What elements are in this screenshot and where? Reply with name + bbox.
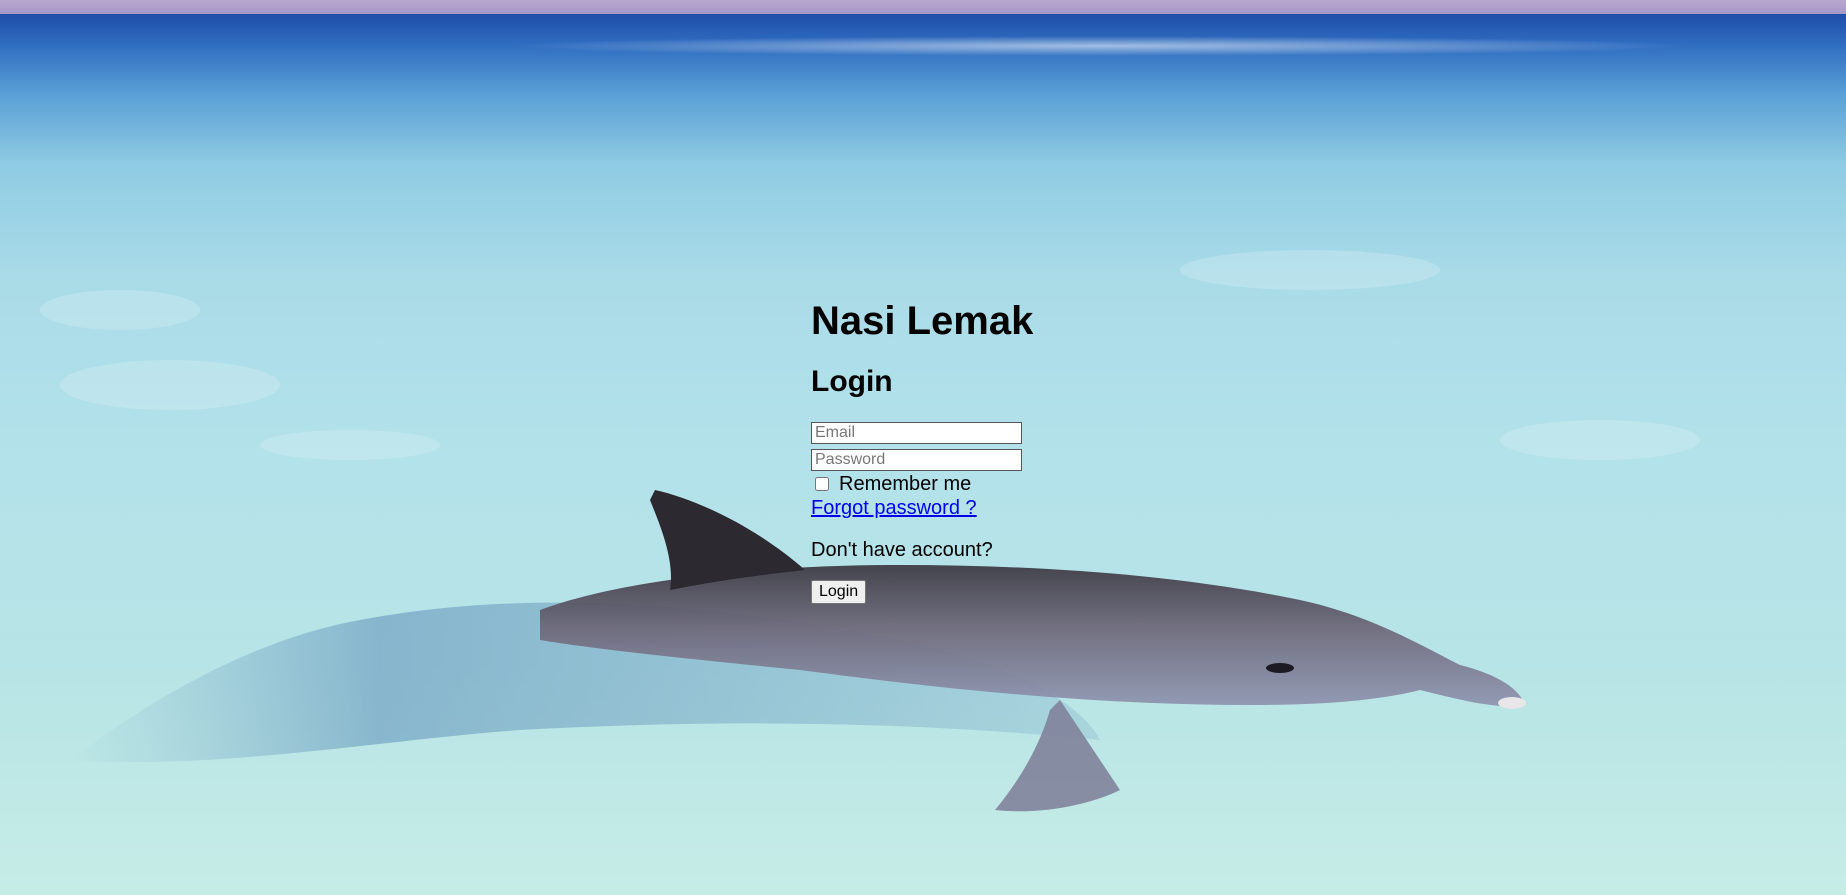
password-field[interactable] (811, 449, 1022, 471)
forgot-password-link[interactable]: Forgot password ? (811, 496, 1111, 520)
login-button[interactable]: Login (811, 580, 867, 604)
login-panel: Nasi Lemak Login Remember me Forgot pass… (811, 290, 1111, 604)
email-field[interactable] (811, 422, 1022, 444)
login-heading: Login (811, 365, 893, 398)
no-account-text: Don't have account? (811, 539, 993, 561)
remember-row: Remember me (811, 472, 1111, 496)
remember-label: Remember me (839, 473, 972, 495)
app-title: Nasi Lemak (811, 299, 1034, 343)
remember-checkbox[interactable] (815, 477, 829, 491)
